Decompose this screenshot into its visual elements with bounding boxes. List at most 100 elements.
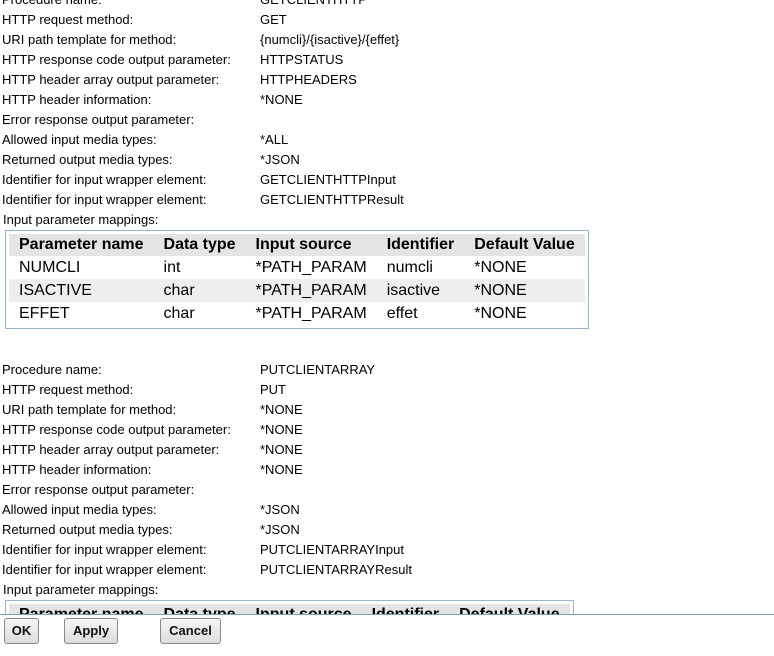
property-value: *NONE <box>260 402 303 417</box>
column-header[interactable]: Input source <box>245 234 377 256</box>
property-row: Identifier for input wrapper element: GET… <box>2 190 774 210</box>
table-cell: EFFET <box>19 305 70 322</box>
table-row[interactable]: NUMCLI int *PATH_PARAM numcli *NONE <box>9 256 585 279</box>
property-value: GET <box>260 12 287 27</box>
property-row: Allowed input media types: *ALL <box>2 130 774 150</box>
property-row: HTTP request method: PUT <box>2 380 774 400</box>
table-cell: *NONE <box>474 259 527 276</box>
property-row: HTTP header information: *NONE <box>2 90 774 110</box>
property-label: URI path template for method: <box>2 32 177 47</box>
property-value: PUTCLIENTARRAY <box>260 362 376 377</box>
property-label: HTTP response code output parameter: <box>2 422 231 437</box>
property-label: HTTP header array output parameter: <box>2 442 220 457</box>
property-value: HTTPHEADERS <box>260 72 357 87</box>
parameter-mappings-table-frame: Parameter name Data type Input source Ident… <box>5 230 589 329</box>
property-row: Procedure name: GETCLIENTHTTP <box>2 0 774 10</box>
property-label: HTTP header information: <box>2 92 152 107</box>
table-cell: *PATH_PARAM <box>255 305 367 322</box>
table-cell: *NONE <box>464 279 585 302</box>
property-row: HTTP header array output parameter: HTTPH… <box>2 70 774 90</box>
procedure-separator <box>2 332 774 360</box>
table-cell: ISACTIVE <box>9 279 154 302</box>
property-label: HTTP header information: <box>2 462 152 477</box>
property-label: Error response output parameter: <box>2 112 195 127</box>
property-value: {numcli}/{isactive}/{effet} <box>260 32 400 47</box>
property-label: Identifier for input wrapper element: <box>2 562 207 577</box>
property-row: HTTP header information: *NONE <box>2 460 774 480</box>
apply-button[interactable]: Apply <box>64 618 118 644</box>
property-label: Procedure name: <box>2 0 102 10</box>
property-row: URI path template for method: *NONE <box>2 400 774 420</box>
property-label: Error response output parameter: <box>2 482 195 497</box>
column-header[interactable]: Parameter name <box>9 234 154 256</box>
property-row: Error response output parameter: <box>2 110 774 130</box>
property-value: PUTCLIENTARRAYInput <box>260 542 405 557</box>
table-cell: char <box>163 305 195 322</box>
property-label: Allowed input media types: <box>2 502 157 517</box>
property-row: Identifier for input wrapper element: PUT… <box>2 560 774 580</box>
property-row: HTTP response code output parameter: *NON… <box>2 420 774 440</box>
property-label: HTTP header array output parameter: <box>2 72 220 87</box>
property-label: Identifier for input wrapper element: <box>2 192 207 207</box>
property-label: Returned output media types: <box>2 152 173 167</box>
property-value: HTTPSTATUS <box>260 52 344 67</box>
column-header[interactable]: Data type <box>153 234 246 256</box>
property-value: *NONE <box>260 462 303 477</box>
property-label: Procedure name: <box>2 362 102 377</box>
procedure-details-content: Procedure name:GETCLIENTHTTPHTTP request… <box>2 0 774 615</box>
button-bar: OK Apply Cancel <box>0 615 774 656</box>
property-label: Returned output media types: <box>2 522 173 537</box>
table-cell: isactive <box>376 279 465 302</box>
table-cell: *PATH_PARAM <box>245 279 377 302</box>
property-row: Procedure name: PUTCLIENTARRAY <box>2 360 774 380</box>
property-label: HTTP request method: <box>2 12 134 27</box>
column-header[interactable]: Default Value <box>464 234 585 256</box>
property-value: *JSON <box>260 152 300 167</box>
property-value: PUTCLIENTARRAYResult <box>260 562 412 577</box>
property-row: HTTP request method: GET <box>2 10 774 30</box>
property-row: URI path template for method: {numcli}/{i… <box>2 30 774 50</box>
property-row: HTTP response code output parameter: HTTP… <box>2 50 774 70</box>
property-row: Returned output media types: *JSON <box>2 150 774 170</box>
table-cell: char <box>153 279 246 302</box>
property-value: *NONE <box>260 92 303 107</box>
ok-button[interactable]: OK <box>4 618 39 644</box>
input-parameter-mappings-label: Input parameter mappings: <box>3 582 159 597</box>
property-label: HTTP response code output parameter: <box>2 52 231 67</box>
property-value: *JSON <box>260 522 300 537</box>
property-value: GETCLIENTHTTP <box>260 0 367 10</box>
property-row: HTTP header array output parameter: *NONE <box>2 440 774 460</box>
table-cell: int <box>163 259 181 276</box>
property-value: *JSON <box>260 502 300 517</box>
property-value: *ALL <box>260 132 289 147</box>
parameter-mappings-table-frame: Parameter name Data type Input source Ident… <box>5 600 574 615</box>
property-row: Identifier for input wrapper element: GET… <box>2 170 774 190</box>
property-row: Returned output media types: *JSON <box>2 520 774 540</box>
procedure-details-scroll-area[interactable]: Procedure name:GETCLIENTHTTPHTTP request… <box>0 0 774 615</box>
procedure-block: Procedure name: PUTCLIENTARRAY HTTP reques… <box>2 360 774 615</box>
procedure-block: Procedure name:GETCLIENTHTTPHTTP request… <box>2 0 774 332</box>
property-value: PUT <box>260 382 286 397</box>
property-label: HTTP request method: <box>2 382 134 397</box>
table-cell: numcli <box>386 259 433 276</box>
table-row[interactable]: ISACTIVE char *PATH_PARAM isactive *NONE <box>9 279 585 302</box>
property-label: Identifier for input wrapper element: <box>2 172 207 187</box>
column-header[interactable]: Identifier <box>376 234 465 256</box>
table-cell: *PATH_PARAM <box>255 259 367 276</box>
table-header-row: Parameter name Data type Input source Ident… <box>9 234 585 256</box>
parameter-mappings-table: Parameter name Data type Input source Ident… <box>9 234 585 325</box>
property-label: Identifier for input wrapper element: <box>2 542 207 557</box>
property-label: Allowed input media types: <box>2 132 157 147</box>
table-cell: NUMCLI <box>19 259 81 276</box>
table-cell: *NONE <box>474 305 527 322</box>
property-value: GETCLIENTHTTPResult <box>260 192 404 207</box>
property-row: Identifier for input wrapper element: PUT… <box>2 540 774 560</box>
cancel-button[interactable]: Cancel <box>160 618 221 644</box>
property-value: GETCLIENTHTTPInput <box>260 172 396 187</box>
table-row[interactable]: EFFET char *PATH_PARAM effet *NONE <box>9 302 585 325</box>
table-cell: effet <box>386 305 418 322</box>
property-value: *NONE <box>260 422 303 437</box>
property-row: Allowed input media types: *JSON <box>2 500 774 520</box>
property-value: *NONE <box>260 442 303 457</box>
input-parameter-mappings-label: Input parameter mappings: <box>3 212 159 227</box>
